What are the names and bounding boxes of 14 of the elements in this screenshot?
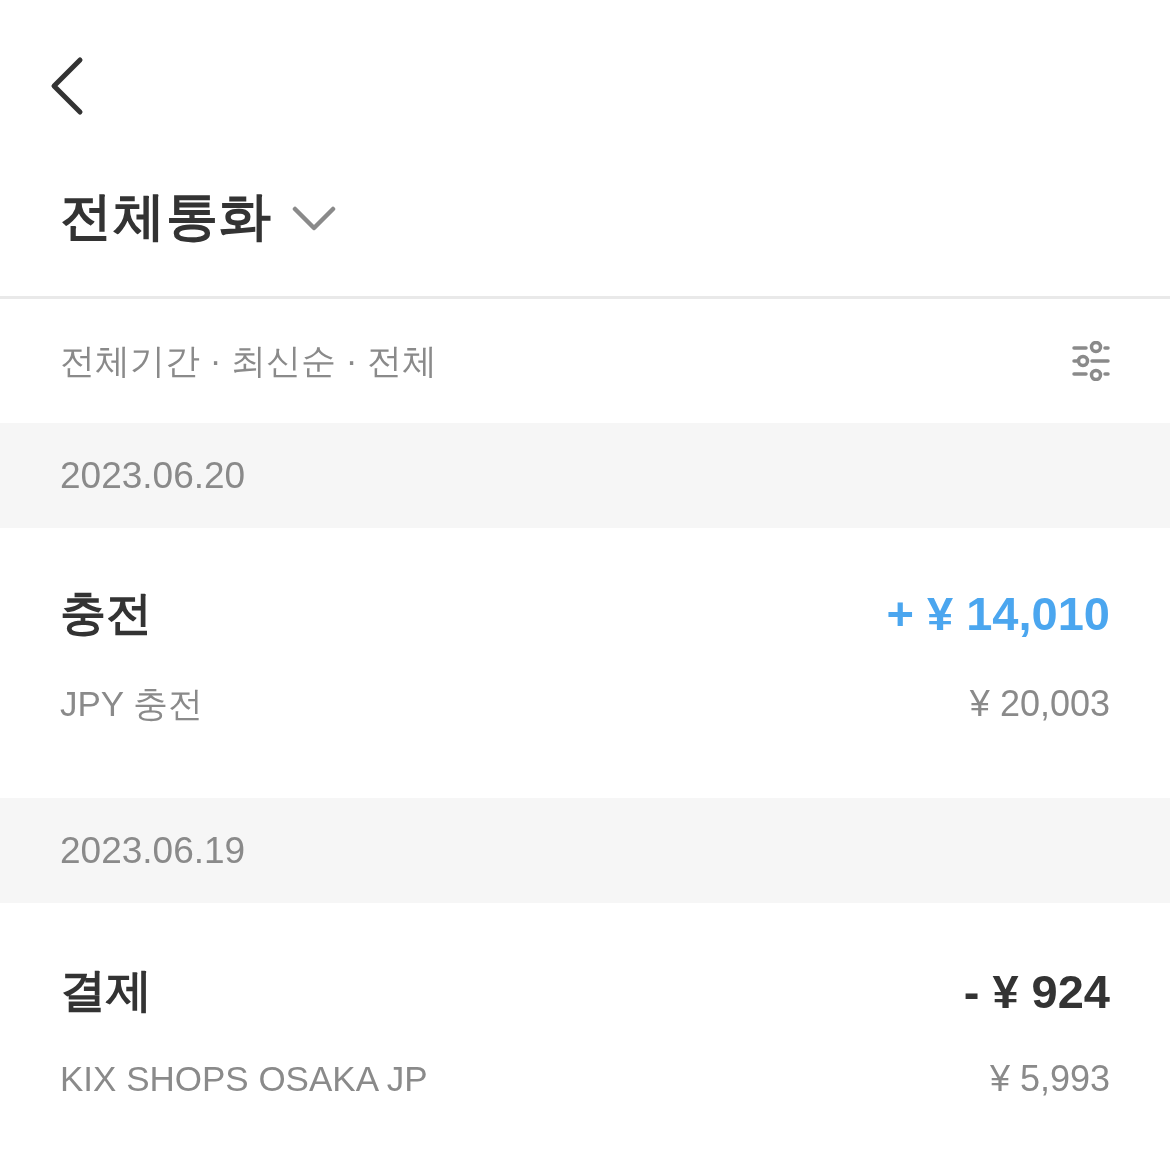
- sliders-icon: [1072, 341, 1110, 381]
- currency-title[interactable]: 전체통화: [60, 182, 272, 252]
- date-label: 2023.06.19: [60, 829, 246, 872]
- transaction-amount: - ¥ 924: [963, 963, 1110, 1019]
- transaction-amount: + ¥ 14,010: [886, 586, 1110, 641]
- original-amount: ¥ 5,993: [989, 1058, 1110, 1100]
- chevron-down-icon[interactable]: [292, 206, 336, 232]
- date-label: 2023.06.20: [60, 454, 246, 497]
- transaction-description: JPY 충전: [60, 682, 204, 725]
- transaction-description: KIX SHOPS OSAKA JP: [60, 1059, 428, 1099]
- filter-button[interactable]: [1072, 341, 1110, 381]
- transaction-type: 충전: [60, 585, 152, 641]
- original-amount: ¥ 20,003: [969, 683, 1110, 725]
- transaction-type: 결제: [60, 963, 152, 1018]
